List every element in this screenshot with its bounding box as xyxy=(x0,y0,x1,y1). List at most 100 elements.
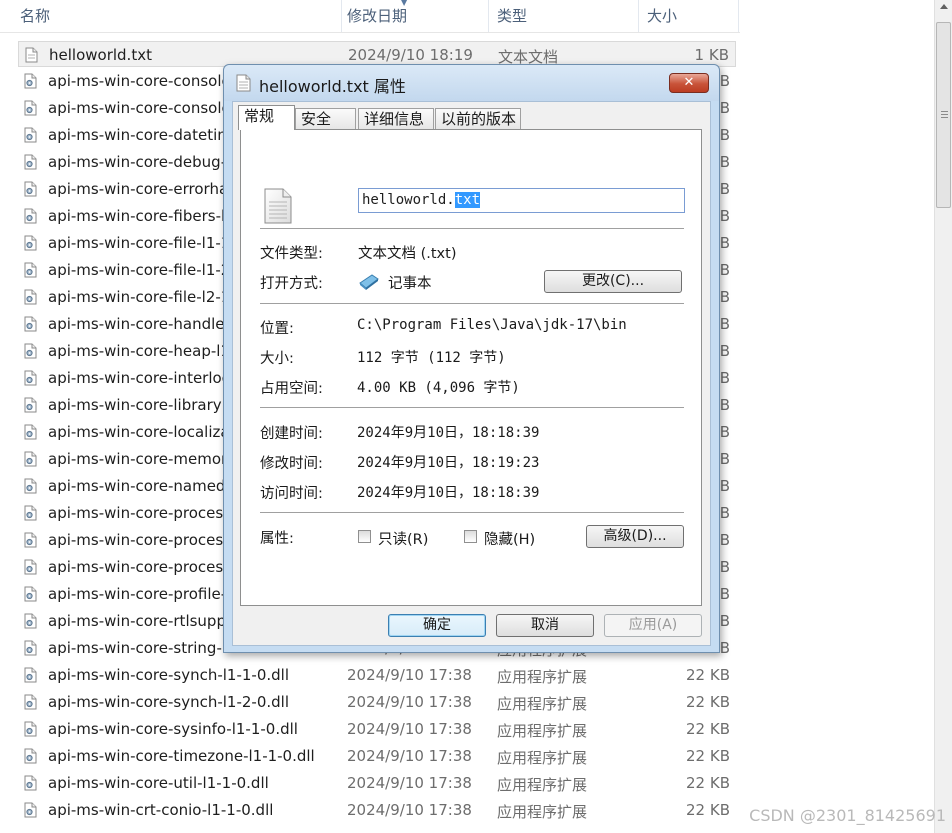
watermark: CSDN @2301_81425691 xyxy=(749,806,946,825)
filename-field[interactable]: helloworld.txt xyxy=(358,188,685,213)
separator xyxy=(260,303,684,304)
cancel-button[interactable]: 取消 xyxy=(496,614,594,637)
hidden-checkbox[interactable] xyxy=(464,530,477,543)
dialog-titlebar[interactable]: helloworld.txt 属性 ✕ xyxy=(224,65,719,101)
disk-size-value: 4.00 KB (4,096 字节) xyxy=(357,380,520,396)
tab-details[interactable]: 详细信息 xyxy=(358,108,434,129)
dll-file-icon xyxy=(24,73,37,89)
separator xyxy=(260,512,684,513)
tab-previous-versions[interactable]: 以前的版本 xyxy=(435,108,521,129)
vertical-scrollbar[interactable] xyxy=(934,0,952,833)
file-date: 2024/9/10 17:38 xyxy=(347,774,472,792)
file-date: 2024/9/10 17:38 xyxy=(347,747,472,765)
file-type: 应用程序扩展 xyxy=(497,776,588,794)
ok-button[interactable]: 确定 xyxy=(388,614,486,637)
opens-with-label: 打开方式: xyxy=(260,276,323,292)
dll-file-icon xyxy=(24,424,37,440)
file-size: 22 KB xyxy=(686,747,730,765)
file-row[interactable]: api-ms-win-crt-conio-l1-1-0.dll 2024/9/10… xyxy=(18,797,736,823)
properties-dialog: helloworld.txt 属性 ✕ 常规 安全 详细信息 以前的版本 hel… xyxy=(223,64,720,653)
dll-file-icon xyxy=(24,127,37,143)
file-size: 22 KB xyxy=(686,801,730,819)
dll-file-icon xyxy=(24,343,37,359)
tab-panel-general: helloworld.txt 文件类型: 文本文档 (.txt) 打开方式: 记… xyxy=(240,129,702,606)
file-row[interactable]: api-ms-win-core-timezone-l1-1-0.dll 2024/… xyxy=(18,743,736,769)
separator xyxy=(260,407,684,408)
dll-file-icon xyxy=(24,289,37,305)
file-row[interactable]: api-ms-win-core-synch-l1-1-0.dll 2024/9/1… xyxy=(18,662,736,688)
text-file-icon xyxy=(25,47,38,63)
attributes-label: 属性: xyxy=(260,531,294,547)
scrollbar-thumb[interactable] xyxy=(936,22,951,208)
location-value: C:\Program Files\Java\jdk-17\bin xyxy=(357,317,627,333)
location-label: 位置: xyxy=(260,321,294,337)
file-type: 应用程序扩展 xyxy=(497,803,588,821)
tab-general[interactable]: 常规 xyxy=(238,105,295,130)
file-name: api-ms-win-core-sysinfo-l1-1-0.dll xyxy=(48,720,298,738)
modified-label: 修改时间: xyxy=(260,456,323,472)
separator xyxy=(260,228,684,229)
file-type-label: 文件类型: xyxy=(260,246,323,262)
file-date: 2024/9/10 18:19 xyxy=(348,46,473,64)
modified-value: 2024年9月10日，18:19:23 xyxy=(357,455,540,471)
filename-base-text: helloworld. xyxy=(362,192,455,208)
size-value: 112 字节 (112 字节) xyxy=(357,350,506,366)
dll-file-icon xyxy=(24,100,37,116)
dll-file-icon xyxy=(24,694,37,710)
column-header-modified[interactable]: ▼ 修改日期 xyxy=(339,0,489,32)
dll-file-icon xyxy=(24,775,37,791)
dll-file-icon xyxy=(24,721,37,737)
advanced-button[interactable]: 高级(D)... xyxy=(586,525,684,548)
dll-file-icon xyxy=(24,181,37,197)
file-name: api-ms-win-core-synch-l1-2-0.dll xyxy=(48,693,290,711)
dll-file-icon xyxy=(24,748,37,764)
column-header-size[interactable]: 大小 xyxy=(639,0,739,32)
file-size: 22 KB xyxy=(686,666,730,684)
file-type: 应用程序扩展 xyxy=(497,668,588,686)
dll-file-icon xyxy=(24,316,37,332)
file-row[interactable]: api-ms-win-core-util-l1-1-0.dll 2024/9/10… xyxy=(18,770,736,796)
file-name: api-ms-win-core-timezone-l1-1-0.dll xyxy=(48,747,315,765)
accessed-label: 访问时间: xyxy=(260,486,323,502)
dll-file-icon xyxy=(24,532,37,548)
dll-file-icon xyxy=(24,667,37,683)
file-name: api-ms-win-core-util-l1-1-0.dll xyxy=(48,774,269,792)
file-date: 2024/9/10 17:38 xyxy=(347,666,472,684)
thumb-grip-line xyxy=(941,117,948,118)
file-type: 应用程序扩展 xyxy=(497,695,588,713)
text-file-icon xyxy=(264,188,292,224)
sort-descending-icon: ▼ xyxy=(401,0,408,7)
close-button[interactable]: ✕ xyxy=(669,73,709,93)
file-type: 应用程序扩展 xyxy=(497,722,588,740)
change-button[interactable]: 更改(C)... xyxy=(544,270,682,293)
tab-security[interactable]: 安全 xyxy=(295,108,356,129)
column-header-name[interactable]: 名称 xyxy=(12,0,342,32)
filename-selected-extension: txt xyxy=(454,192,481,208)
disk-size-label: 占用空间: xyxy=(260,381,323,397)
dll-file-icon xyxy=(24,208,37,224)
opens-with-value: 记事本 xyxy=(388,276,432,292)
file-date: 2024/9/10 17:38 xyxy=(347,801,472,819)
file-date: 2024/9/10 17:38 xyxy=(347,693,472,711)
file-row[interactable]: api-ms-win-core-synch-l1-2-0.dll 2024/9/1… xyxy=(18,689,736,715)
file-size: 22 KB xyxy=(686,774,730,792)
file-size: 22 KB xyxy=(686,693,730,711)
column-header-type[interactable]: 类型 xyxy=(489,0,639,32)
dll-file-icon xyxy=(24,586,37,602)
column-header-type-label: 类型 xyxy=(497,7,528,25)
scroll-up-arrow-icon[interactable] xyxy=(940,4,948,9)
dll-file-icon xyxy=(24,154,37,170)
column-headers: 名称 ▼ 修改日期 类型 大小 xyxy=(0,0,740,33)
readonly-label[interactable]: 只读(R) xyxy=(378,528,428,549)
hidden-label[interactable]: 隐藏(H) xyxy=(484,528,535,549)
created-value: 2024年9月10日，18:18:39 xyxy=(357,425,540,441)
apply-button[interactable]: 应用(A) xyxy=(604,614,702,637)
notepad-icon xyxy=(359,274,379,290)
file-row[interactable]: api-ms-win-core-sysinfo-l1-1-0.dll 2024/9… xyxy=(18,716,736,742)
dialog-body: 常规 安全 详细信息 以前的版本 helloworld.txt 文件类型: 文本… xyxy=(232,101,711,646)
dll-file-icon xyxy=(24,505,37,521)
readonly-checkbox[interactable] xyxy=(358,530,371,543)
text-file-icon xyxy=(236,74,251,92)
thumb-grip-line xyxy=(941,114,948,115)
dll-file-icon xyxy=(24,613,37,629)
